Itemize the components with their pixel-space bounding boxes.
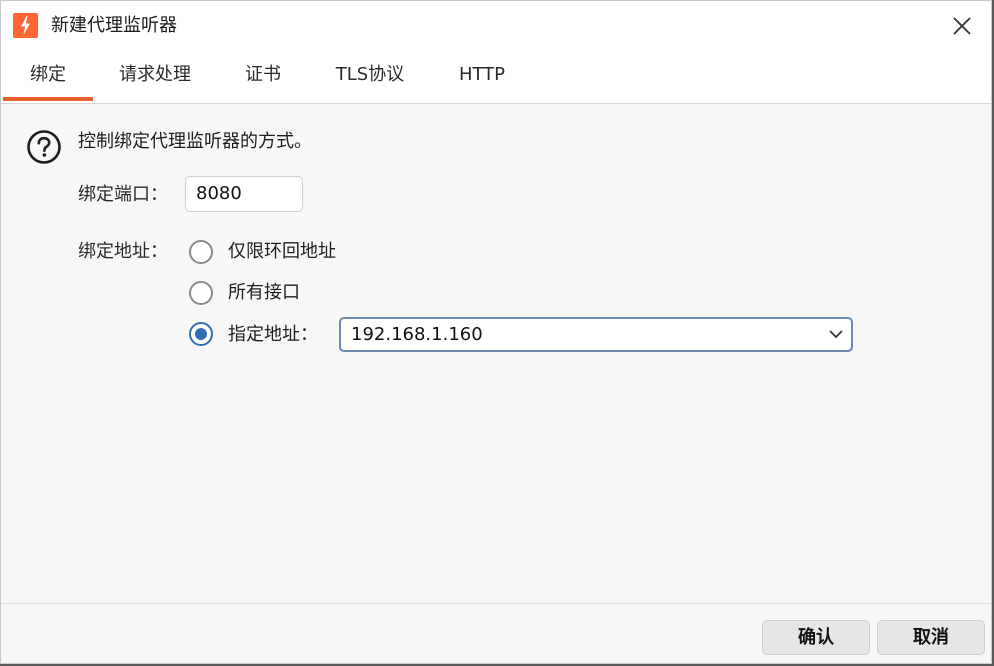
bind-address-label: 绑定地址： [78,241,168,262]
tab-certificate[interactable]: 证书 [229,51,297,101]
close-button[interactable] [945,9,979,43]
chevron-down-icon [829,330,843,339]
radio-specific-address-label[interactable]: 指定地址： [228,323,318,347]
specific-address-select[interactable]: 192.168.1.160 [339,317,853,352]
window-title: 新建代理监听器 [51,15,177,36]
burp-lightning-icon [13,13,38,38]
close-icon [953,17,971,35]
radio-specific-address[interactable] [189,322,213,346]
radio-loopback-only[interactable] [189,240,213,264]
bind-port-input[interactable]: 8080 [185,176,303,212]
tab-binding[interactable]: 绑定 [3,51,93,101]
dialog-footer: 确认 取消 [1,603,991,663]
cancel-button[interactable]: 取消 [877,620,985,655]
ok-button[interactable]: 确认 [762,620,870,655]
tab-request-handling[interactable]: 请求处理 [101,51,209,101]
section-description: 控制绑定代理监听器的方式。 [78,131,312,152]
tab-bar: 绑定 请求处理 证书 TLS协议 HTTP [1,51,991,104]
new-proxy-listener-dialog: 新建代理监听器 绑定 请求处理 证书 TLS协议 HTTP 控制绑定代理监听器的… [0,0,992,664]
help-icon[interactable] [26,129,62,165]
tab-tls-protocols[interactable]: TLS协议 [323,51,417,101]
tab-http[interactable]: HTTP [447,51,517,101]
binding-panel: 控制绑定代理监听器的方式。 绑定端口： 8080 绑定地址： 仅限环回地址 所有… [1,104,991,604]
specific-address-value: 192.168.1.160 [351,324,483,345]
title-bar: 新建代理监听器 [1,1,991,51]
bind-port-label: 绑定端口： [78,184,168,205]
radio-all-interfaces-label[interactable]: 所有接口 [228,281,300,305]
radio-loopback-only-label[interactable]: 仅限环回地址 [228,240,336,264]
radio-all-interfaces[interactable] [189,281,213,305]
